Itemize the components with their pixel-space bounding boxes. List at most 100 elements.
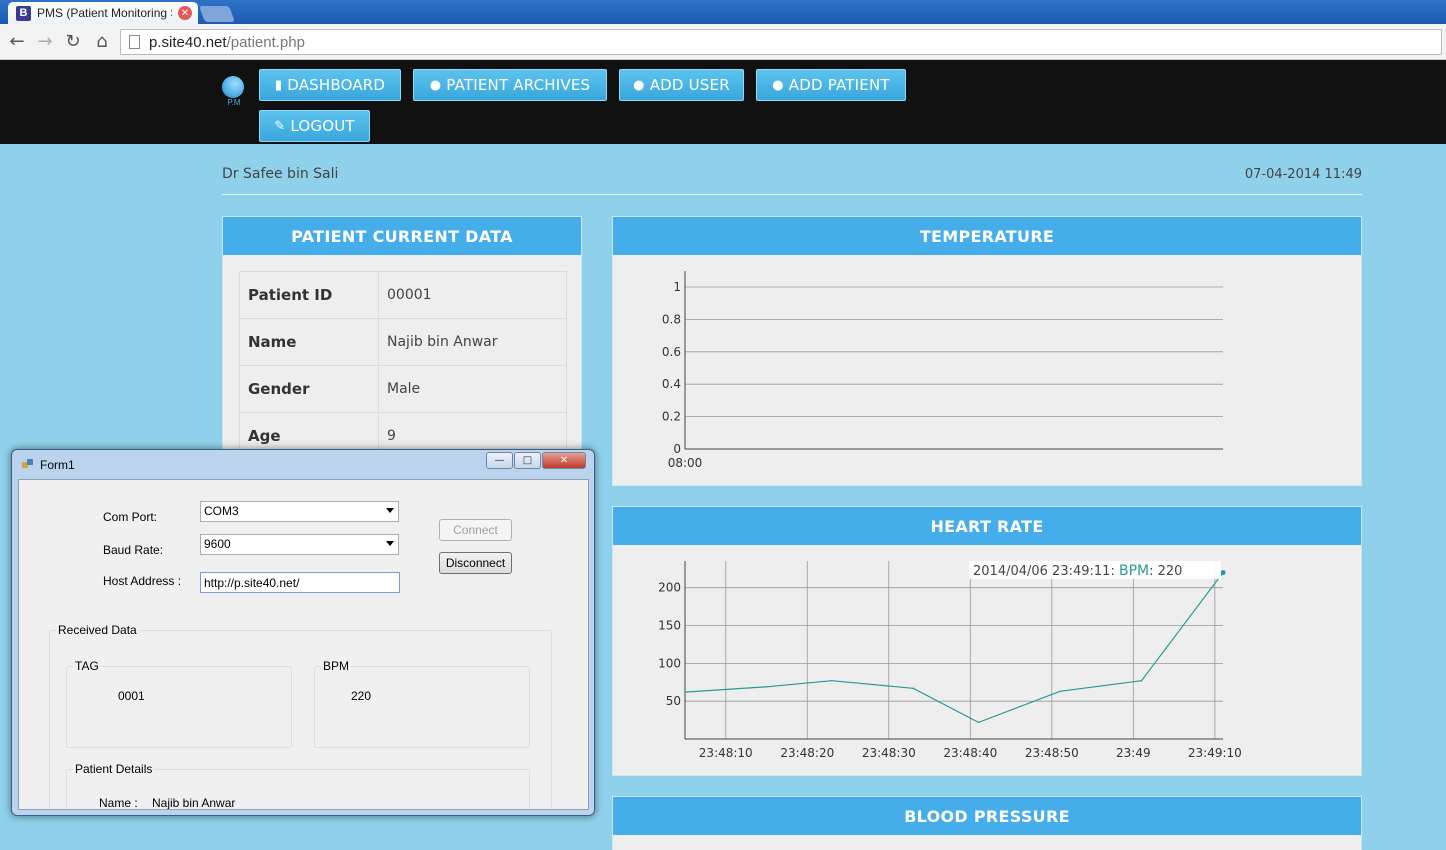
row-key: Name xyxy=(239,318,379,366)
logo-text: P.M xyxy=(227,98,241,107)
logo[interactable]: P.M xyxy=(222,76,246,107)
x-tick-label: 23:48:40 xyxy=(943,746,997,760)
patient-info-table: Patient ID 00001 Name Najib bin Anwar Gend… xyxy=(239,271,567,460)
y-tick-label: 1 xyxy=(673,280,681,294)
forward-icon[interactable]: → xyxy=(34,31,56,52)
table-row: Gender Male xyxy=(239,365,567,413)
browser-toolbar: ← → ↻ ⌂ p.site40.net/patient.php xyxy=(0,24,1446,60)
bpm-group: BPM 220 xyxy=(314,659,530,748)
doctor-name: Dr Safee bin Sali xyxy=(222,166,339,182)
nav-add-patient-label: ADD PATIENT xyxy=(788,76,890,94)
tab-title: PMS (Patient Monitoring S xyxy=(37,6,172,20)
x-tick-label: 23:48:50 xyxy=(1025,746,1079,760)
close-tab-icon[interactable]: ✕ xyxy=(178,6,192,20)
row-value: Male xyxy=(378,365,567,413)
minimize-icon[interactable]: — xyxy=(486,452,513,469)
address-bar[interactable]: p.site40.net/patient.php xyxy=(120,29,1442,55)
browser-tab-strip: B PMS (Patient Monitoring S ✕ xyxy=(0,0,1446,24)
temperature-panel: TEMPERATURE 0 0.2 0.4 0.6 0.8 1 08:00 xyxy=(612,216,1362,486)
com-port-select[interactable]: COM3 xyxy=(200,501,399,522)
name-label: Name : xyxy=(99,796,138,810)
current-datetime: 07-04-2014 11:49 xyxy=(1244,167,1362,182)
y-tick-label: 100 xyxy=(658,656,681,670)
nav-logout-button[interactable]: ✎ LOGOUT xyxy=(259,110,370,142)
site-favicon-icon: B xyxy=(16,5,31,21)
back-icon[interactable]: ← xyxy=(6,31,28,52)
bpm-value: 220 xyxy=(351,689,372,703)
tooltip-text: 2014/04/06 23:49:11: BPM: 220 xyxy=(973,563,1182,579)
name-value: Najib bin Anwar xyxy=(152,796,236,810)
tooltip-value: : 220 xyxy=(1149,564,1182,579)
nav-patient-archives-button[interactable]: ● PATIENT ARCHIVES xyxy=(413,69,607,101)
data-point xyxy=(765,686,768,688)
row-key: Gender xyxy=(239,365,379,413)
com-port-label: Com Port: xyxy=(103,510,158,524)
host-address-input[interactable]: http://p.site40.net/ xyxy=(200,572,400,593)
nav-logout-label: LOGOUT xyxy=(290,117,355,135)
nav-dashboard-button[interactable]: ▮ DASHBOARD xyxy=(259,69,401,101)
x-tick-label: 23:49:10 xyxy=(1188,746,1242,760)
user-icon: ● xyxy=(633,77,645,93)
tag-group: TAG 0001 xyxy=(66,659,292,748)
row-value: 00001 xyxy=(378,271,567,319)
nav-add-patient-button[interactable]: ● ADD PATIENT xyxy=(756,69,906,101)
site-header: P.M ▮ DASHBOARD ● PATIENT ARCHIVES ● ADD US… xyxy=(0,60,1446,144)
user-icon: ● xyxy=(429,77,442,93)
tooltip-time: 2014/04/06 23:49:11: xyxy=(973,564,1119,579)
new-tab-button[interactable] xyxy=(199,6,235,22)
y-tick-label: 0 xyxy=(673,442,681,456)
form-app-icon xyxy=(22,459,33,468)
baud-rate-label: Baud Rate: xyxy=(103,543,164,557)
nav-dashboard-label: DASHBOARD xyxy=(287,76,386,94)
reload-icon[interactable]: ↻ xyxy=(62,31,84,52)
patient-details-group: Patient Details Name : Najib bin Anwar xyxy=(66,762,530,810)
table-row: Patient ID 00001 xyxy=(239,271,567,319)
nav-add-user-label: ADD USER xyxy=(649,76,730,94)
x-tick-label: 23:48:20 xyxy=(780,746,834,760)
url-path: /patient.php xyxy=(226,33,305,51)
panel-title: BLOOD PRESSURE xyxy=(613,797,1361,835)
tooltip-label: BPM xyxy=(1119,563,1149,579)
x-tick-label: 23:49 xyxy=(1116,746,1151,760)
browser-tab[interactable]: B PMS (Patient Monitoring S ✕ xyxy=(8,2,198,24)
row-key: Patient ID xyxy=(239,271,379,319)
maximize-icon[interactable]: □ xyxy=(514,452,541,469)
y-tick-label: 0.4 xyxy=(662,377,681,391)
panel-title: HEART RATE xyxy=(613,507,1361,545)
heart-rate-chart[interactable]: 50 100 150 200 23:48:10 23:48:20 23:48:30 23:48… xyxy=(613,545,1361,775)
divider xyxy=(222,194,1362,195)
chevron-down-icon xyxy=(386,541,394,546)
received-data-label: Received Data xyxy=(56,623,139,637)
y-tick-label: 0.2 xyxy=(662,410,681,424)
data-point xyxy=(977,721,980,724)
nav-add-user-button[interactable]: ● ADD USER xyxy=(619,69,744,101)
x-tick-label: 23:48:30 xyxy=(862,746,916,760)
data-point xyxy=(1059,690,1061,693)
baud-rate-select[interactable]: 9600 xyxy=(200,534,399,555)
heart-rate-series-line xyxy=(684,572,1224,724)
bar-chart-icon: ▮ xyxy=(274,77,283,93)
data-point xyxy=(830,679,833,682)
connect-button[interactable]: Connect xyxy=(439,519,512,541)
form-window: Form1 — □ ✕ Com Port: COM3 Baud Rate: 96… xyxy=(11,449,595,816)
tag-value: 0001 xyxy=(118,689,145,703)
y-tick-label: 0.6 xyxy=(662,345,681,359)
close-icon[interactable]: ✕ xyxy=(542,452,586,469)
panel-title: PATIENT CURRENT DATA xyxy=(223,217,581,255)
tag-label: TAG xyxy=(73,659,101,673)
data-point xyxy=(912,687,915,690)
user-icon: ● xyxy=(772,77,784,93)
panel-title: TEMPERATURE xyxy=(613,217,1361,255)
heart-rate-panel: HEART RATE 50 100 150 200 23:48:10 23:48:20 23… xyxy=(612,506,1362,776)
y-tick-label: 50 xyxy=(666,694,681,708)
com-port-value: COM3 xyxy=(204,504,239,518)
row-value: Najib bin Anwar xyxy=(378,318,567,366)
disconnect-button[interactable]: Disconnect xyxy=(439,552,512,574)
data-point xyxy=(1140,679,1143,682)
chevron-down-icon xyxy=(386,508,394,513)
home-icon[interactable]: ⌂ xyxy=(91,31,113,52)
url-host: p.site40.net xyxy=(149,33,227,51)
form-title: Form1 xyxy=(40,458,75,472)
y-tick-label: 0.8 xyxy=(662,312,681,326)
y-tick-label: 200 xyxy=(658,581,681,595)
